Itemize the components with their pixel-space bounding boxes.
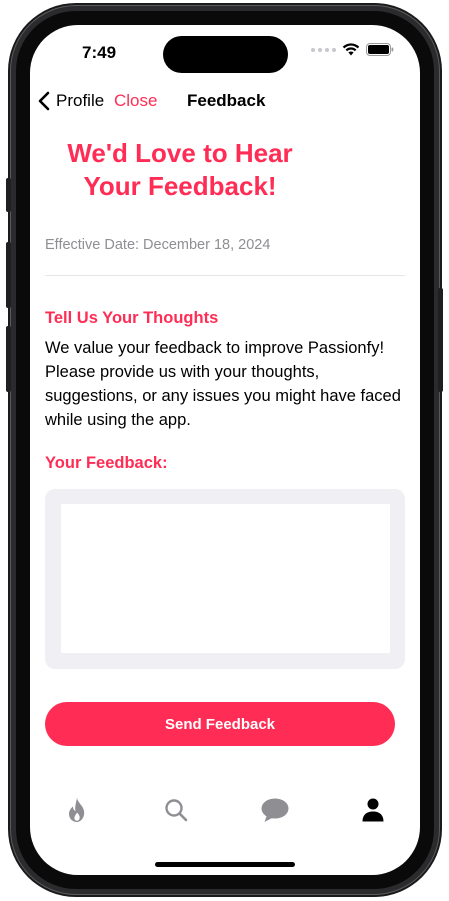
effective-date: Effective Date: December 18, 2024 — [45, 237, 271, 253]
intro-text: We value your feedback to improve Passio… — [45, 339, 401, 429]
tab-messages[interactable] — [255, 790, 295, 830]
nav-title: Feedback — [187, 91, 266, 110]
page-headline: We'd Love to Hear Your Feedback! — [67, 138, 293, 201]
tab-search[interactable] — [156, 790, 196, 830]
person-icon — [362, 798, 384, 822]
tab-discover[interactable] — [57, 790, 97, 830]
back-button-label: Profile — [56, 91, 105, 110]
feedback-box — [45, 489, 405, 669]
back-button[interactable]: Profile — [38, 91, 104, 111]
dynamic-island — [163, 36, 288, 73]
feedback-label: Your Feedback: — [45, 454, 168, 472]
tab-bar — [30, 790, 420, 830]
power-button — [438, 288, 443, 392]
wifi-icon — [342, 43, 360, 56]
chat-bubble-icon — [261, 798, 289, 822]
tab-profile[interactable] — [353, 790, 393, 830]
action-button — [6, 178, 11, 212]
cellular-signal-icon — [311, 47, 336, 52]
status-bar: 7:49 — [30, 25, 420, 79]
flame-icon — [69, 798, 85, 822]
status-icons — [311, 43, 394, 56]
battery-icon — [366, 43, 394, 56]
app-screen: 7:49 Profile Close Feedback We'd Love to… — [30, 25, 420, 875]
navigation-bar: Profile Close Feedback — [30, 85, 420, 115]
feedback-content: We'd Love to Hear Your Feedback! Effecti… — [45, 137, 405, 746]
status-time: 7:49 — [82, 43, 117, 62]
chevron-left-icon — [38, 91, 50, 111]
feedback-textarea[interactable] — [61, 504, 390, 653]
volume-down-button — [6, 326, 11, 392]
section-title: Tell Us Your Thoughts — [45, 309, 219, 327]
search-icon — [165, 799, 188, 822]
home-indicator[interactable] — [155, 862, 295, 867]
section-divider — [45, 275, 405, 276]
volume-up-button — [6, 242, 11, 308]
close-button[interactable]: Close — [114, 91, 157, 111]
send-feedback-button[interactable]: Send Feedback — [45, 702, 395, 746]
